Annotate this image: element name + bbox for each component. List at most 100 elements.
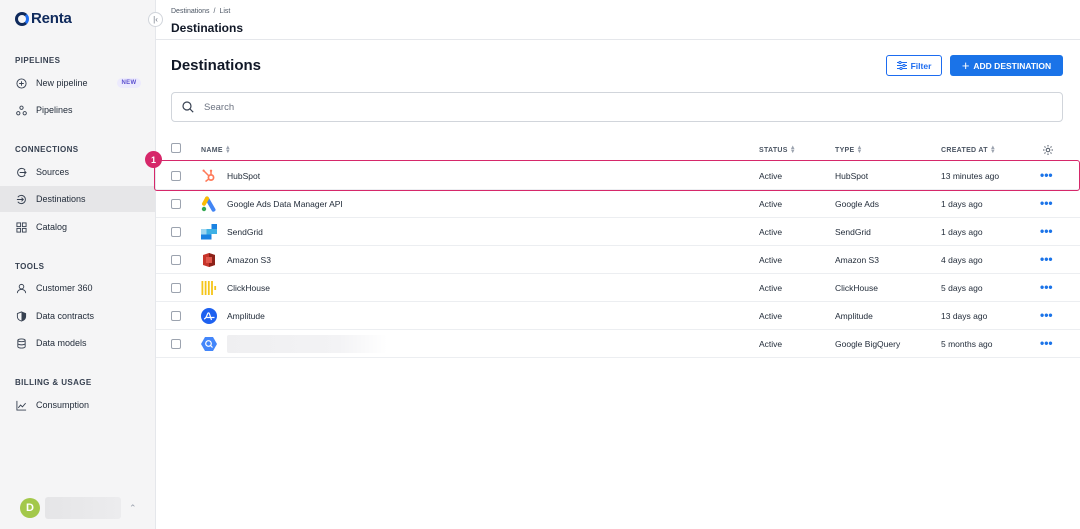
more-options-icon[interactable]: ••• [1040, 252, 1053, 266]
column-header-status[interactable]: STATUS ▲ ▼ [759, 145, 797, 155]
column-label: TYPE [835, 147, 855, 155]
sidebar-item-new-pipeline[interactable]: New pipeline NEW [0, 70, 155, 96]
sidebar-item-consumption[interactable]: Consumption [0, 392, 155, 418]
bigquery-icon [201, 337, 217, 351]
add-destination-button[interactable]: + ADD DESTINATION [950, 55, 1063, 76]
row-type: HubSpot [835, 171, 869, 181]
row-checkbox[interactable] [171, 283, 181, 293]
row-status: Active [759, 171, 783, 181]
sidebar: Renta PIPELINES New pipeline NEW Pipelin… [0, 0, 156, 529]
search-icon [182, 101, 194, 113]
row-type: SendGrid [835, 227, 871, 237]
table-row[interactable]: HubSpot Active HubSpot 13 minutes ago ••… [156, 162, 1080, 190]
more-options-icon[interactable]: ••• [1040, 168, 1053, 182]
row-name[interactable]: ClickHouse [227, 283, 270, 293]
row-name[interactable]: Amazon S3 [227, 255, 271, 265]
table-row[interactable]: Amazon S3 Active Amazon S3 4 days ago ••… [156, 246, 1080, 274]
table-row[interactable]: Google Ads Data Manager API Active Googl… [156, 190, 1080, 218]
more-options-icon[interactable]: ••• [1040, 280, 1053, 294]
row-status: Active [759, 227, 783, 237]
row-status: Active [759, 199, 783, 209]
breadcrumb: Destinations / List [171, 8, 230, 15]
row-created-at: 13 minutes ago [941, 171, 1000, 181]
row-checkbox[interactable] [171, 199, 181, 209]
sort-icon: ▲ ▼ [789, 145, 797, 155]
gear-icon[interactable] [1042, 144, 1054, 156]
chevron-updown-icon: ⌃ [129, 502, 137, 513]
section-label-tools: TOOLS [15, 262, 45, 271]
search-input[interactable] [204, 101, 1004, 113]
row-status: Active [759, 255, 783, 265]
row-name-redacted [227, 335, 387, 353]
sidebar-item-sources[interactable]: Sources [0, 159, 155, 185]
row-checkbox[interactable] [171, 227, 181, 237]
sidebar-item-catalog[interactable]: Catalog [0, 214, 155, 240]
filter-sliders-icon [896, 61, 907, 70]
add-destination-label: ADD DESTINATION [973, 60, 1052, 71]
google-ads-icon [201, 196, 216, 212]
breadcrumb-list: List [219, 8, 231, 15]
search-bar[interactable] [171, 92, 1063, 122]
more-options-icon[interactable]: ••• [1040, 196, 1053, 210]
source-icon [16, 167, 27, 178]
row-status: Active [759, 339, 783, 349]
column-header-name[interactable]: NAME ▲ ▼ [201, 145, 231, 155]
row-name[interactable]: SendGrid [227, 227, 263, 237]
new-badge: NEW [116, 78, 142, 88]
row-name[interactable]: Google Ads Data Manager API [227, 199, 343, 209]
sidebar-item-label: Catalog [36, 222, 68, 232]
table-row[interactable]: ClickHouse Active ClickHouse 5 days ago … [156, 274, 1080, 302]
row-name[interactable]: HubSpot [227, 171, 260, 181]
user-icon [16, 283, 27, 294]
filter-button-label: Filter [910, 60, 932, 71]
row-checkbox[interactable] [171, 171, 181, 181]
header-title: Destinations [171, 21, 244, 35]
row-name[interactable]: Amplitude [227, 311, 265, 321]
sidebar-item-label: Consumption [36, 400, 90, 410]
more-options-icon[interactable]: ••• [1040, 336, 1053, 350]
table-row[interactable]: Amplitude Active Amplitude 13 days ago •… [156, 302, 1080, 330]
table-row[interactable]: Active Google BigQuery 5 months ago ••• [156, 330, 1080, 358]
app-logo[interactable]: Renta [15, 10, 72, 27]
breadcrumb-destinations[interactable]: Destinations [171, 8, 210, 15]
more-options-icon[interactable]: ••• [1040, 308, 1053, 322]
row-created-at: 1 days ago [941, 227, 983, 237]
row-checkbox[interactable] [171, 339, 181, 349]
column-label: STATUS [759, 147, 788, 155]
pipelines-icon [16, 105, 27, 116]
row-created-at: 13 days ago [941, 311, 988, 321]
collapse-icon: |‹ [153, 15, 158, 24]
more-options-icon[interactable]: ••• [1040, 224, 1053, 238]
filter-button[interactable]: Filter [886, 55, 942, 76]
row-type: Amazon S3 [835, 255, 879, 265]
row-checkbox[interactable] [171, 311, 181, 321]
sidebar-item-destinations[interactable]: Destinations [0, 186, 155, 212]
user-menu[interactable]: D ⌃ [20, 497, 137, 519]
collapse-sidebar-button[interactable]: |‹ [148, 12, 163, 27]
top-header: Destinations / List Destinations [156, 0, 1080, 40]
row-type: Amplitude [835, 311, 873, 321]
clickhouse-icon [201, 281, 217, 295]
select-all-checkbox[interactable] [171, 143, 181, 153]
sidebar-item-data-contracts[interactable]: Data contracts [0, 303, 155, 329]
row-created-at: 1 days ago [941, 199, 983, 209]
column-header-type[interactable]: TYPE ▲ ▼ [835, 145, 863, 155]
table-row[interactable]: SendGrid Active SendGrid 1 days ago ••• [156, 218, 1080, 246]
column-label: CREATED AT [941, 147, 988, 155]
table-header: NAME ▲ ▼ STATUS ▲ ▼ TYPE ▲ ▼ CREATED AT ▲ ▼ [156, 140, 1080, 160]
page-title: Destinations [171, 57, 262, 74]
sidebar-item-label: Destinations [36, 194, 86, 204]
breadcrumb-separator: / [213, 8, 216, 15]
chart-line-icon [16, 400, 27, 411]
sidebar-item-pipelines[interactable]: Pipelines [0, 97, 155, 123]
row-type: Google Ads [835, 199, 879, 209]
column-header-created-at[interactable]: CREATED AT ▲ ▼ [941, 145, 996, 155]
sidebar-item-label: Pipelines [36, 105, 73, 115]
sidebar-item-data-models[interactable]: Data models [0, 330, 155, 356]
sidebar-item-customer-360[interactable]: Customer 360 [0, 275, 155, 301]
section-label-connections: CONNECTIONS [15, 145, 79, 154]
sidebar-item-label: Customer 360 [36, 283, 93, 293]
renta-logo-icon [15, 11, 29, 26]
row-checkbox[interactable] [171, 255, 181, 265]
sendgrid-icon [201, 224, 217, 240]
